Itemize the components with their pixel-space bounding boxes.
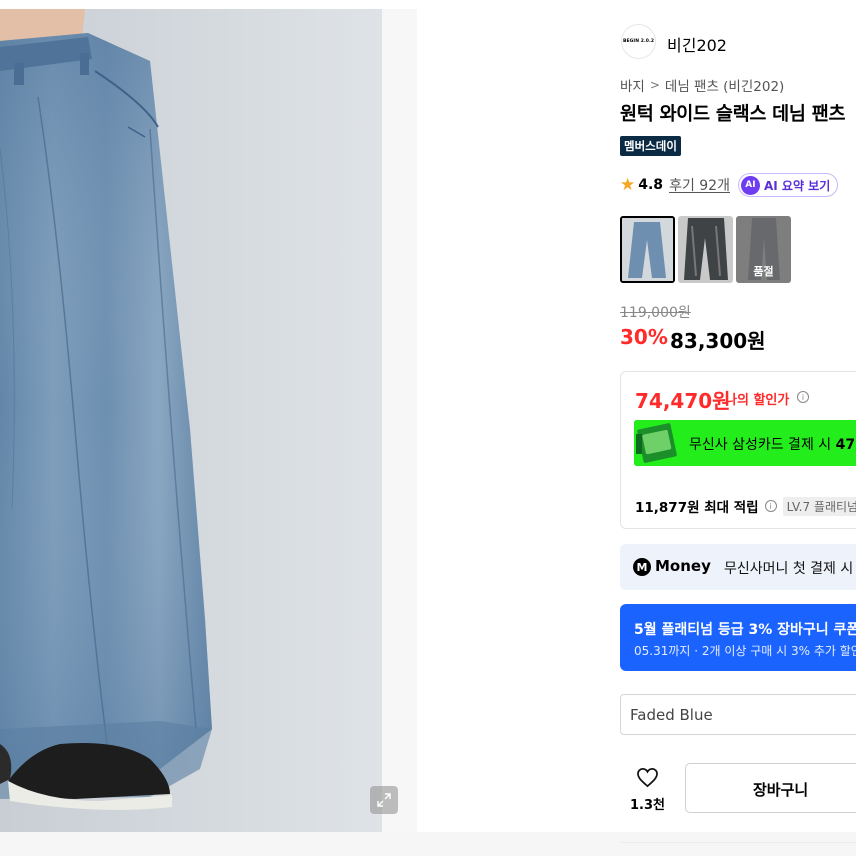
original-price: 119,000원 <box>620 305 691 321</box>
ai-summary-label: AI 요약 보기 <box>763 178 831 193</box>
product-title: 원턱 와이드 슬랙스 데님 팬츠 <box>620 104 846 125</box>
breadcrumb-subcategory[interactable]: 데님 팬츠 (비긴202) <box>665 75 784 95</box>
product-info-panel: BEGIN 2.0.2 비긴202 바지 > 데님 팬츠 (비긴202) 원턱 … <box>603 0 856 856</box>
card-banner-amount: 47,4 <box>835 437 856 453</box>
like-button[interactable]: 1.3천 <box>620 763 675 813</box>
expand-image-button[interactable] <box>370 786 398 814</box>
review-count-link[interactable]: 후기 92개 <box>669 175 730 195</box>
star-icon: ★ <box>620 175 636 195</box>
expand-icon <box>377 793 391 807</box>
color-thumbnail-light-gray-soldout[interactable]: 품절 <box>736 216 791 283</box>
discount-rate: 30% <box>620 325 668 349</box>
max-points: 11,877원 최대 적립 <box>635 500 759 516</box>
breadcrumb: 바지 > 데님 팬츠 (비긴202) <box>620 75 784 95</box>
brand-name-link[interactable]: 비긴202 <box>667 32 727 56</box>
card-banner-text: 무신사 삼성카드 결제 시 47,4 <box>689 434 856 454</box>
rating-row: ★ 4.8 후기 92개 AI AI 요약 보기 <box>620 173 839 197</box>
rating-value: 4.8 <box>638 177 664 193</box>
color-option-select[interactable]: Faded Blue <box>620 694 856 735</box>
sold-out-label: 품절 <box>753 265 774 278</box>
money-promo-label: 무신사머니 첫 결제 시 <box>724 561 856 577</box>
divider <box>620 842 856 843</box>
heart-icon <box>637 768 658 788</box>
color-thumbnail-dark-gray[interactable] <box>678 216 733 283</box>
money-brand: Money <box>655 557 711 575</box>
ai-icon: AI <box>740 175 760 195</box>
selected-option: Faded Blue <box>630 706 713 724</box>
points-row: 11,877원 최대 적립 i LV.7 플래티넘 <box>635 496 856 516</box>
samsung-card-banner[interactable]: 무신사 삼성카드 결제 시 47,4 <box>634 420 856 466</box>
info-icon[interactable]: i <box>764 500 777 512</box>
add-to-cart-button[interactable]: 장바구니 <box>685 763 856 813</box>
my-discount-price-label: 나의 할인가 <box>725 393 790 408</box>
coupon-subtitle: 05.31까지 · 2개 이상 구매 시 3% 추가 할인 <box>634 644 856 658</box>
musinsa-money-banner[interactable]: M Money 무신사머니 첫 결제 시 10 <box>620 544 856 590</box>
members-day-badge: 멤버스데이 <box>620 136 681 156</box>
ai-summary-button[interactable]: AI AI 요약 보기 <box>737 173 839 197</box>
sale-price: 83,300원 <box>670 329 766 353</box>
brand-logo-text: BEGIN 2.0.2 <box>622 39 655 44</box>
breadcrumb-category[interactable]: 바지 <box>620 75 645 95</box>
member-level-badge: LV.7 플래티넘 <box>782 496 856 516</box>
info-icon[interactable]: i <box>797 391 809 403</box>
product-main-image <box>0 9 382 832</box>
card-banner-label: 무신사 삼성카드 결제 시 <box>689 437 836 453</box>
platinum-coupon-banner[interactable]: 5월 플래티넘 등급 3% 장바구니 쿠폰 05.31까지 · 2개 이상 구매… <box>620 604 856 671</box>
benefit-card: 74,470원 나의 할인가 i 무신사 삼성카드 결제 시 47,4 11,8… <box>620 371 856 529</box>
cart-button-label: 장바구니 <box>753 781 809 799</box>
product-page: BEGIN 2.0.2 비긴202 바지 > 데님 팬츠 (비긴202) 원턱 … <box>0 0 856 856</box>
card-promo-image <box>634 420 682 466</box>
money-promo-text: 무신사머니 첫 결제 시 10 <box>724 558 856 578</box>
brand-logo[interactable]: BEGIN 2.0.2 <box>621 24 656 59</box>
my-discount-price: 74,470원 <box>635 389 731 413</box>
like-count: 1.3천 <box>630 798 665 813</box>
color-thumbnail-faded-blue[interactable] <box>620 216 675 283</box>
coupon-title: 5월 플래티넘 등급 3% 장바구니 쿠폰 <box>634 622 856 638</box>
money-logo-icon: M <box>633 558 651 576</box>
chevron-right-icon: > <box>649 78 660 92</box>
